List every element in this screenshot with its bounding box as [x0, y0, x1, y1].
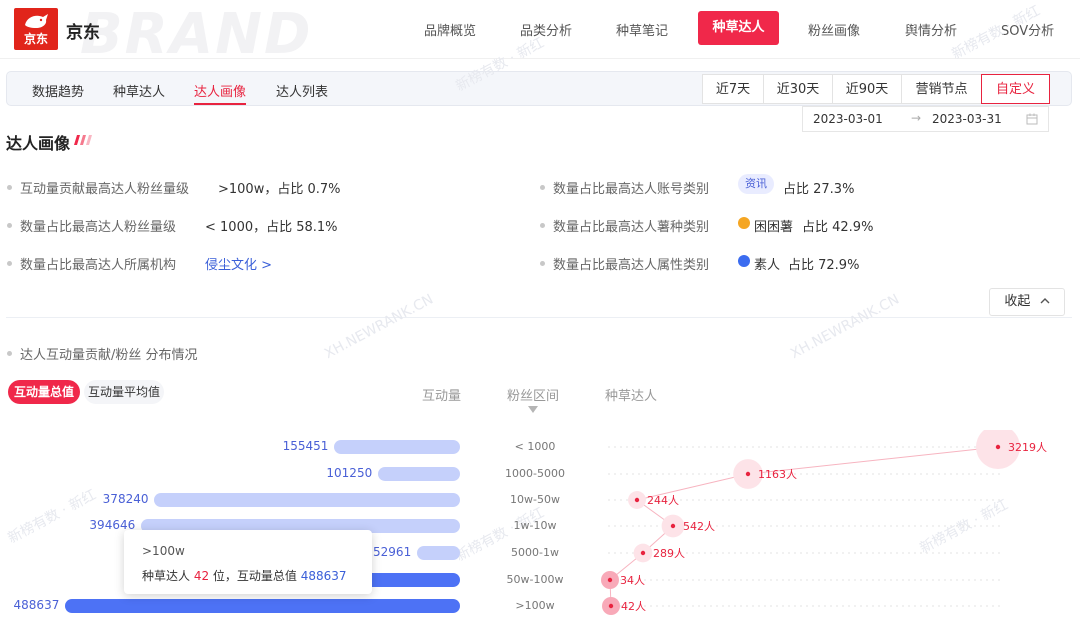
stat-value-attribute-type: 占比 72.9%	[788, 258, 860, 273]
subtab-kol-list[interactable]: 达人列表	[276, 81, 328, 100]
sort-down-icon[interactable]	[528, 406, 538, 413]
stat-label-account-type: 数量占比最高达人账号类别	[539, 178, 709, 197]
kol-point[interactable]	[634, 497, 640, 503]
logo-text: 京东	[23, 32, 48, 46]
section-title: 达人画像	[6, 134, 71, 153]
jd-dog-icon	[25, 14, 48, 28]
stat-value-potato-type: 占比 42.9%	[802, 220, 874, 235]
kol-count-label: 34人	[620, 574, 645, 587]
chart-tooltip: >100w 种草达人 42 位，互动量总值 488637	[124, 530, 372, 594]
nav-fan-profile[interactable]: 粉丝画像	[808, 20, 860, 39]
kol-point[interactable]	[670, 523, 676, 529]
nav-sov[interactable]: SOV分析	[1001, 20, 1054, 39]
range-90d[interactable]: 近90天	[832, 74, 902, 104]
tooltip-total: 488637	[300, 569, 347, 583]
stat-label-potato-type: 数量占比最高达人薯种类别	[539, 216, 709, 235]
kol-point[interactable]	[607, 577, 613, 583]
subtab-kol-profile[interactable]: 达人画像	[194, 81, 246, 100]
toggle-avg-interaction[interactable]: 互动量平均值	[84, 380, 164, 404]
column-header-interaction: 互动量	[422, 389, 462, 404]
attribute-type-name: 素人	[754, 258, 781, 273]
user-icon	[738, 255, 750, 267]
potato-type-name: 困困薯	[754, 220, 794, 235]
tooltip-middle: 位，互动量总值	[209, 569, 301, 583]
range-custom[interactable]: 自定义	[981, 74, 1050, 104]
column-header-fan-range[interactable]: 粉丝区间	[507, 385, 559, 404]
subtab-seeding-kol[interactable]: 种草达人	[113, 81, 165, 100]
tooltip-prefix: 种草达人	[142, 569, 194, 583]
kol-count-label: 1163人	[758, 468, 797, 481]
toggle-total-interaction[interactable]: 互动量总值	[8, 380, 80, 404]
stat-label-top-interaction-fan-level: 互动量贡献最高达人粉丝量级	[6, 178, 189, 197]
kol-count-label: 3219人	[1008, 441, 1047, 454]
nav-seeding-kol[interactable]: 种草达人	[698, 11, 779, 45]
brand-logo: 京东	[14, 8, 58, 50]
range-marketing-node[interactable]: 营销节点	[901, 74, 982, 104]
section-divider	[6, 317, 1072, 318]
kol-count-label: 289人	[653, 547, 685, 560]
stat-label-attribute-type: 数量占比最高达人属性类别	[539, 254, 709, 273]
nav-sentiment[interactable]: 舆情分析	[905, 20, 957, 39]
header-divider	[0, 58, 1080, 59]
agency-link[interactable]: 侵尘文化 >	[205, 254, 272, 273]
kol-point[interactable]	[608, 603, 614, 609]
stat-value-top-count-fan-level: < 1000，占比 58.1%	[205, 220, 338, 235]
date-range-picker[interactable]: 2023-03-01 → 2023-03-31	[802, 106, 1049, 132]
kol-point[interactable]	[640, 550, 646, 556]
date-arrow: →	[911, 111, 922, 125]
active-tab-indicator	[194, 103, 246, 105]
stat-value-top-interaction-fan-level: >100w，占比 0.7%	[218, 182, 341, 197]
chevron-up-icon	[1040, 298, 1050, 304]
watermark-url: XH.NEWRANK.CN	[788, 291, 902, 363]
range-7d[interactable]: 近7天	[702, 74, 764, 104]
stat-label-top-agency: 数量占比最高达人所属机构	[6, 254, 176, 273]
account-type-tag: 资讯	[738, 174, 774, 194]
brand-name: 京东	[66, 23, 100, 43]
column-header-kol: 种草达人	[605, 389, 658, 404]
range-30d[interactable]: 近30天	[763, 74, 833, 104]
collapse-label: 收起	[1004, 294, 1031, 309]
stat-label-top-count-fan-level: 数量占比最高达人粉丝量级	[6, 216, 176, 235]
potato-coin-icon	[738, 217, 750, 229]
collapse-button[interactable]: 收起	[989, 288, 1065, 316]
kol-count-label: 542人	[683, 520, 715, 533]
nav-brand-overview[interactable]: 品牌概览	[424, 20, 476, 39]
date-end[interactable]: 2023-03-31	[932, 112, 1002, 126]
subtab-data-trend[interactable]: 数据趋势	[32, 81, 84, 100]
stat-value-account-type: 占比 27.3%	[783, 182, 855, 197]
watermark-url: XH.NEWRANK.CN	[322, 291, 436, 363]
kol-count-label: 42人	[621, 600, 646, 613]
kol-point[interactable]	[745, 471, 751, 477]
calendar-icon[interactable]	[1026, 113, 1038, 125]
tooltip-body: 种草达人 42 位，互动量总值 488637	[142, 567, 347, 584]
tooltip-count: 42	[193, 569, 210, 583]
date-start[interactable]: 2023-03-01	[813, 112, 883, 126]
chart-section-label: 达人互动量贡献/粉丝 分布情况	[7, 344, 198, 363]
title-decoration-icon	[74, 135, 92, 145]
nav-category-analysis[interactable]: 品类分析	[520, 20, 572, 39]
kol-count-label: 244人	[647, 494, 679, 507]
tooltip-title: >100w	[142, 544, 185, 558]
nav-seeding-notes[interactable]: 种草笔记	[616, 20, 668, 39]
kol-point[interactable]	[995, 444, 1001, 450]
